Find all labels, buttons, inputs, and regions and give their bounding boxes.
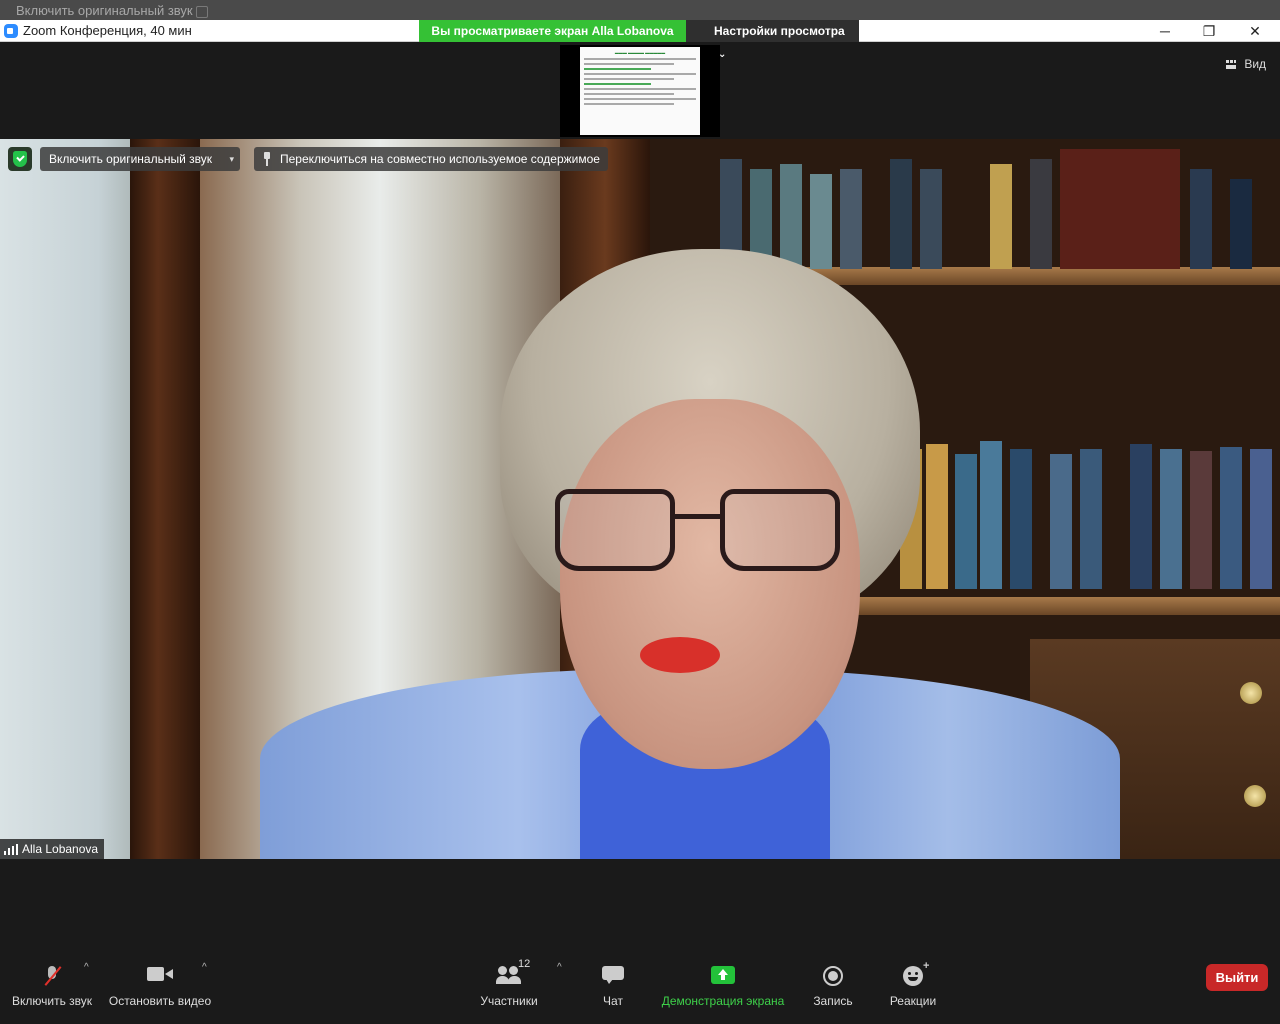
security-shield-icon[interactable]: [8, 147, 32, 171]
original-sound-label: Включить оригинальный звук: [49, 152, 213, 166]
meeting-toolbar: Включить звук ^ Остановить видео ^ 12 Уч…: [0, 940, 1280, 1024]
book: [1230, 179, 1252, 269]
share-screen-label: Демонстрация экрана: [661, 994, 785, 1008]
reaction-emoji-icon: +: [903, 960, 929, 986]
slide-text-line: [584, 83, 652, 85]
shield-check-icon: [13, 151, 27, 167]
share-screen-button[interactable]: Демонстрация экрана: [656, 950, 790, 1010]
slide-text-line: [584, 93, 674, 95]
book: [1220, 447, 1242, 589]
slide-text-line: [584, 63, 674, 65]
background-ghost-strip: Включить оригинальный звук: [0, 0, 1280, 20]
person-glasses-bridge: [673, 514, 723, 519]
slide-text-line: [584, 103, 674, 105]
viewing-screen-banner: Вы просматриваете экран Alla Lobanova: [419, 20, 686, 42]
participant-person: [260, 249, 1120, 859]
view-settings-button[interactable]: Настройки просмотра ⌄: [686, 20, 859, 60]
add-reaction-plus-icon: +: [923, 960, 930, 972]
window-title: Zoom Конференция, 40 мин: [23, 23, 192, 38]
view-settings-label: Настройки просмотра: [714, 24, 845, 38]
reactions-label: Реакции: [889, 994, 937, 1008]
participant-name-tag: Alla Lobanova: [0, 839, 105, 859]
stop-video-button[interactable]: Остановить видео: [106, 950, 214, 1010]
share-screen-icon: [711, 966, 735, 984]
participants-button[interactable]: 12 Участники: [474, 950, 544, 1010]
book: [1190, 451, 1212, 589]
slide-text-line: [584, 98, 696, 100]
ghost-original-sound-text: Включить оригинальный звук: [16, 3, 193, 18]
person-lips: [640, 637, 720, 673]
zoom-meeting-window: Включить оригинальный звук Zoom Конферен…: [0, 0, 1280, 1024]
view-grid-icon: [1226, 60, 1236, 69]
audio-options-caret[interactable]: ^: [84, 962, 89, 973]
slide-text-line: [584, 58, 696, 60]
close-button[interactable]: ✕: [1232, 20, 1278, 42]
participant-name: Alla Lobanova: [22, 842, 99, 856]
ghost-close-icon: [196, 6, 208, 18]
switch-to-shared-content-button[interactable]: Переключиться на совместно используемое …: [254, 147, 608, 171]
book: [1130, 444, 1152, 589]
drawer-knob: [1244, 785, 1266, 807]
zoom-logo-icon: [4, 24, 18, 38]
slide-text-line: [584, 68, 652, 70]
shared-screen-thumbnail[interactable]: ▬▬▬ ▬▬▬▬ ▬▬▬▬▬: [560, 45, 720, 137]
switch-to-shared-content-label: Переключиться на совместно используемое …: [280, 152, 600, 166]
chat-bubble-icon: [602, 966, 624, 984]
record-button[interactable]: Запись: [806, 950, 860, 1010]
person-glasses-right: [720, 489, 840, 571]
dropdown-arrow-icon[interactable]: ▾: [229, 147, 234, 171]
signal-strength-icon: [4, 844, 18, 855]
video-camera-icon: [147, 966, 173, 982]
book: [1250, 449, 1272, 589]
pin-icon: [262, 152, 272, 166]
restore-button[interactable]: ❐: [1186, 20, 1232, 42]
person-glasses-left: [555, 489, 675, 571]
person-face: [560, 399, 860, 769]
participants-label: Участники: [480, 994, 538, 1008]
minimize-button[interactable]: ─: [1142, 20, 1188, 42]
participants-options-caret[interactable]: ^: [557, 962, 562, 973]
leave-meeting-button[interactable]: Выйти: [1206, 964, 1268, 991]
record-label: Запись: [813, 994, 853, 1008]
chat-button[interactable]: Чат: [590, 950, 636, 1010]
book: [1160, 449, 1182, 589]
slide-heading-blur: ▬▬▬ ▬▬▬▬ ▬▬▬▬▬: [614, 50, 666, 55]
view-button[interactable]: Вид: [1226, 54, 1266, 74]
video-options-caret[interactable]: ^: [202, 962, 207, 973]
participant-video[interactable]: [0, 139, 1280, 859]
shared-slide-preview: ▬▬▬ ▬▬▬▬ ▬▬▬▬▬: [580, 47, 700, 135]
drawer-knob: [1240, 682, 1262, 704]
muted-microphone-icon: [45, 966, 59, 986]
video-bg-cabinet-frame: [130, 139, 200, 859]
video-bg-wall: [0, 139, 140, 859]
slide-text-line: [584, 78, 674, 80]
chat-label: Чат: [603, 994, 623, 1008]
view-button-label: Вид: [1244, 57, 1267, 71]
reactions-button[interactable]: + Реакции: [884, 950, 942, 1010]
stop-video-label: Остановить видео: [108, 994, 212, 1008]
record-icon: [823, 966, 843, 986]
book: [1190, 169, 1212, 269]
slide-text-line: [584, 88, 696, 90]
slide-text-line: [584, 73, 696, 75]
participants-count: 12: [518, 958, 531, 970]
unmute-button[interactable]: Включить звук: [4, 950, 100, 1010]
original-sound-button[interactable]: Включить оригинальный звук ▾: [40, 147, 241, 171]
unmute-label: Включить звук: [11, 994, 93, 1008]
